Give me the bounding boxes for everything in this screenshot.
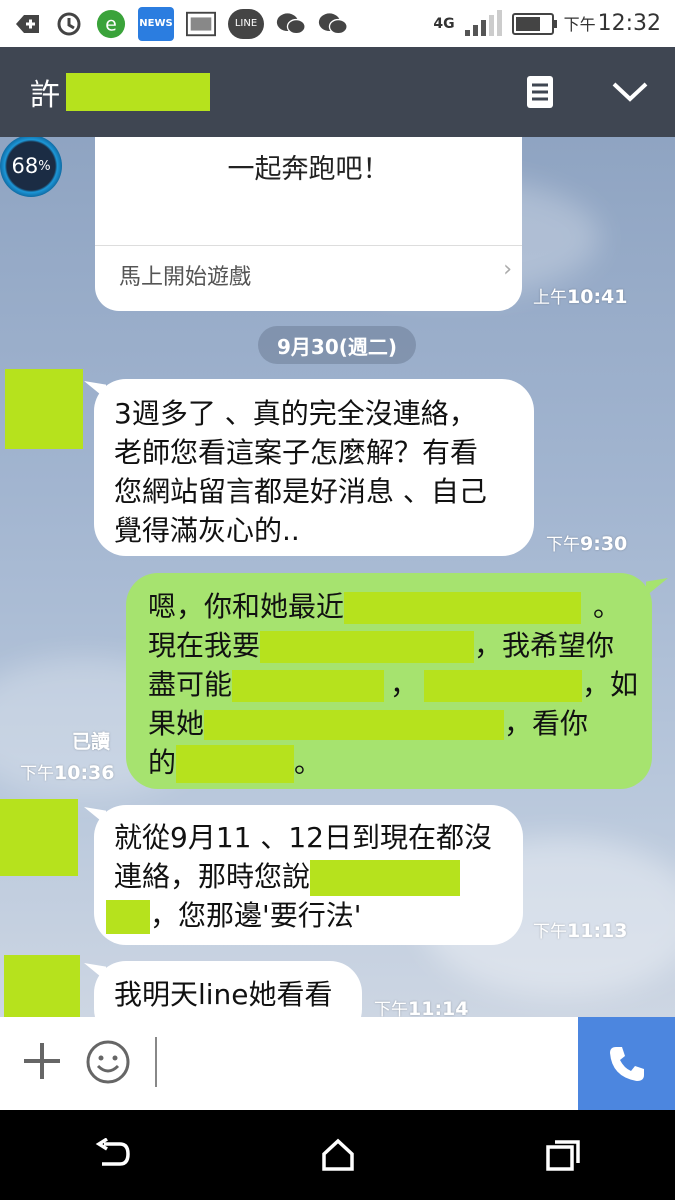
start-game-link[interactable]: 馬上開始遊戲 [119,259,251,291]
news-icon: NEWS [138,6,174,41]
message-line: 老師您看這案子怎麼解？有看 [114,436,479,469]
sync-icon [54,9,84,39]
battery-icon [511,12,557,35]
avatar[interactable] [0,799,78,876]
progress-badge: 68% [0,137,62,197]
message-line: 現在我要 ，我希望你 [148,629,615,663]
message-time: 下午11:14 [374,998,469,1017]
line-icon: LINE [228,8,264,39]
wechat-icon [276,9,306,39]
avatar[interactable] [4,955,80,1017]
recents-icon[interactable] [533,1125,593,1185]
chevron-down-icon[interactable] [610,72,650,112]
date-separator: 9月30(週二) [258,326,416,364]
message-time: 上午10:41 [533,286,628,308]
image-icon [186,9,216,39]
message-line: 盡可能，，如 [148,668,639,702]
chat-area[interactable]: 一起奔跑吧！ 馬上開始遊戲 › 68% 上午10:41 9月30(週二) 3週多… [0,137,675,1017]
message-line: 3週多了 、真的完全沒連絡， [114,397,477,430]
system-nav-bar [0,1110,675,1200]
plus-icon[interactable] [20,1039,64,1083]
message-line: 連絡，那時您說 [114,857,514,896]
contact-name-char: 許 [30,78,60,113]
game-card-text: 一起奔跑吧！ [227,154,390,185]
add-icon [12,9,42,39]
message-time: 下午10:36 [20,762,115,784]
status-clock: 下午12:32 [563,11,661,36]
status-bar: e NEWS LINE 4G 下午12:32 [0,0,675,47]
chat-header: 許 [0,47,675,137]
network-type: 4G [433,15,455,32]
chevron-right-icon: › [503,257,512,282]
message-line: 嗯，你和她最近。 [148,590,622,624]
message-input-bar [0,1017,675,1110]
message-time: 下午11:13 [533,920,628,942]
game-invite-card[interactable]: 一起奔跑吧！ 馬上開始遊戲 › [95,137,522,311]
message-bubble[interactable]: 就從9月11 、12日到現在都沒 連絡，那時您說 ，您那邊'要行法' [94,805,523,945]
back-icon[interactable] [83,1125,143,1185]
phone-icon[interactable] [578,1017,675,1110]
message-bubble[interactable]: 我明天line她看看 [94,961,362,1017]
wechat-icon [318,9,348,39]
message-bubble[interactable]: 3週多了 、真的完全沒連絡， 老師您看這案子怎麼解？有看 您網站留言都是好消息 … [94,379,534,556]
message-line: 果她 ，看你 [148,707,589,740]
message-line: 您網站留言都是好消息 、自己 [114,475,487,508]
message-line: 覺得滿灰心的.. [114,514,300,547]
message-time: 下午9:30 [546,533,628,555]
divider [95,245,522,246]
read-receipt: 已讀 [72,731,111,753]
message-input[interactable] [155,1037,567,1087]
chat-title[interactable]: 許 [30,70,210,114]
message-text: 我明天line她看看 [114,978,333,1011]
svg-text:e: e [105,14,117,35]
emoji-icon[interactable] [85,1039,131,1085]
ie-icon: e [96,9,126,39]
home-icon[interactable] [308,1125,368,1185]
redacted-name [66,73,210,111]
message-line: 的。 [148,743,648,783]
message-bubble-outgoing[interactable]: 嗯，你和她最近。 現在我要 ，我希望你 盡可能，，如 果她 ，看你 的。 [126,573,652,789]
menu-list-icon[interactable] [520,72,560,112]
message-line: 就從9月11 、12日到現在都沒 [114,821,492,854]
avatar[interactable] [5,369,83,449]
message-line: ，您那邊'要行法' [106,896,514,935]
signal-icon [464,9,502,36]
